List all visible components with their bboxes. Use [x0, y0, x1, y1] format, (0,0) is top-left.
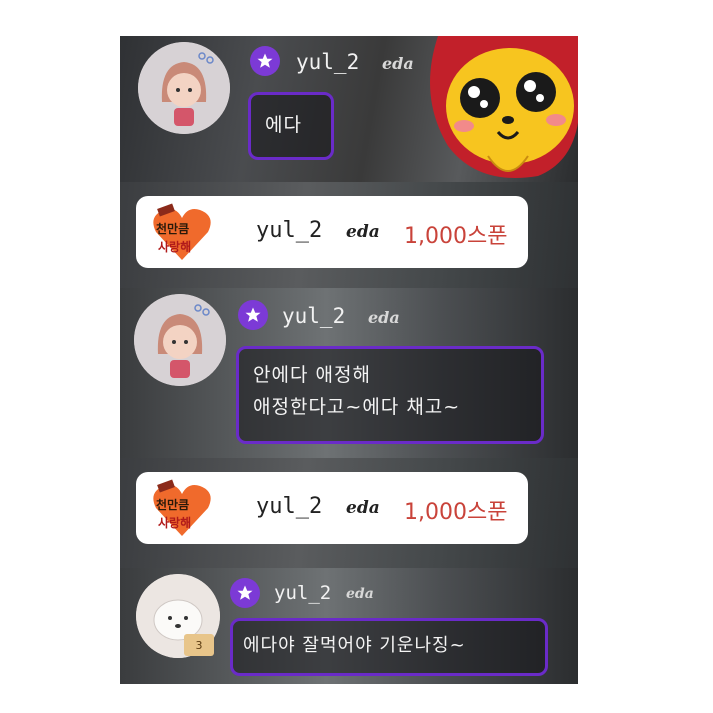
- user-tag: eda: [346, 586, 374, 602]
- message-text: 안에다 애정해: [253, 364, 371, 386]
- donation-amount: 1,000스푼: [404, 500, 508, 525]
- donation-card[interactable]: 천만큼 사랑해 yul_2 eda 1,000스푼: [136, 472, 528, 544]
- username[interactable]: yul_2: [256, 218, 322, 243]
- username[interactable]: yul_2: [296, 50, 359, 74]
- username[interactable]: yul_2: [282, 304, 345, 328]
- user-tag: eda: [346, 222, 380, 242]
- star-icon: [250, 46, 280, 76]
- message-text: 에다야 잘먹어야 기운나징~: [243, 635, 466, 656]
- donation-card[interactable]: 천만큼 사랑해 yul_2 eda 1,000스푼: [136, 196, 528, 268]
- message-bubble: 안에다 애정해 애정한다고~에다 채고~: [236, 346, 544, 444]
- mascot-sticker: [418, 36, 578, 182]
- user-tag: eda: [382, 54, 414, 73]
- chat-message: yul_2 eda 안에다 애정해 애정한다고~에다 채고~: [120, 288, 578, 458]
- chat-message: yul_2 eda 에다: [120, 36, 578, 182]
- username[interactable]: yul_2: [256, 494, 322, 519]
- star-icon: [230, 578, 260, 608]
- level-badge: 3: [184, 634, 214, 656]
- user-tag: eda: [368, 308, 400, 327]
- star-icon: [238, 300, 268, 330]
- mascot-icon: [430, 36, 578, 178]
- donation-amount: 1,000스푼: [404, 224, 508, 249]
- donation-notice: 천만큼 사랑해 yul_2 eda 1,000스푼: [120, 182, 578, 288]
- badge-text: 천만큼: [156, 222, 190, 236]
- badge-text: 천만큼: [156, 498, 190, 512]
- avatar[interactable]: [134, 294, 226, 386]
- user-tag: eda: [346, 498, 380, 518]
- message-text: 애정한다고~에다 채고~: [253, 396, 461, 418]
- avatar[interactable]: [138, 42, 230, 134]
- badge-text: 사랑해: [158, 516, 192, 530]
- heart-badge-icon: 천만큼 사랑해: [150, 202, 214, 262]
- message-bubble: 에다야 잘먹어야 기운나징~: [230, 618, 548, 676]
- girl-avatar-icon: [134, 294, 226, 386]
- heart-badge-icon: 천만큼 사랑해: [150, 478, 214, 538]
- chat-message: 3 yul_2 eda 에다야 잘먹어야 기운나징~: [120, 568, 578, 684]
- message-text: 에다: [265, 114, 302, 136]
- girl-avatar-icon: [138, 42, 230, 134]
- level-number: 3: [195, 638, 203, 652]
- donation-notice: 천만큼 사랑해 yul_2 eda 1,000스푼: [120, 458, 578, 568]
- username[interactable]: yul_2: [274, 582, 331, 604]
- message-bubble: 에다: [248, 92, 334, 160]
- badge-text: 사랑해: [158, 240, 192, 254]
